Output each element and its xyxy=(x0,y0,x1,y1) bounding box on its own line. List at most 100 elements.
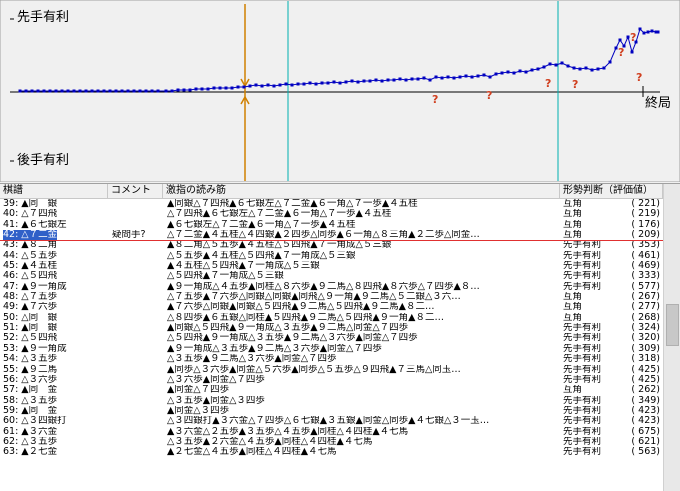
move-cell: 63: ▲２七金 xyxy=(3,447,103,457)
position-judgement: 先手有利 xyxy=(563,250,602,261)
evaluation-point xyxy=(410,77,414,81)
position-judgement: 先手有利 xyxy=(563,405,602,416)
evaluation-point xyxy=(368,79,372,83)
move-notation: 47: ▲９一角成 xyxy=(3,281,67,292)
move-cell: 59: ▲同 金 xyxy=(3,406,103,416)
position-judgement: 先手有利 xyxy=(563,447,602,458)
principal-variation: △８四歩▲６五銀△同桂▲５四飛▲９二馬△５四飛▲９一角▲８二… xyxy=(167,312,444,323)
move-row[interactable]: 55: ▲９二馬 ▲同歩△３六歩▲同金△５六歩▲同歩△５五歩△９四飛▲７三馬△同玉… xyxy=(0,365,663,375)
evaluation-point xyxy=(350,79,354,83)
move-row[interactable]: 48: △７五歩 △７五歩▲７六歩△同銀△同銀▲同飛△９一角▲９二馬△５二銀△３六… xyxy=(0,292,663,302)
evaluation-point xyxy=(470,75,474,79)
principal-variation: △３六歩▲同金△７四歩 xyxy=(167,374,265,385)
evaluation-value: ( 425) xyxy=(631,364,660,375)
evaluation-point xyxy=(236,85,240,89)
move-row[interactable]: 45: ▲４五桂 ▲４五桂△５四飛▲７一角成△５三銀 先手有利 ( 469) xyxy=(0,261,663,271)
move-row[interactable]: 44: △５五歩 △５五歩▲４五桂△５四飛▲７一角成△５三銀 先手有利 ( 461) xyxy=(0,251,663,261)
move-notation: 52: △５四飛 xyxy=(3,333,58,344)
evaluation-value: ( 277) xyxy=(631,302,660,313)
move-row[interactable]: 50: △同 銀 △８四歩▲６五銀△同桂▲５四飛▲９二馬△５四飛▲９一角▲８二… 互… xyxy=(0,313,663,323)
move-row[interactable]: 51: ▲同 銀 ▲同銀△５四飛▲９一角成△３五歩▲９二馬△同金△７四歩 先手有利 (… xyxy=(0,323,663,333)
move-row[interactable]: 56: △３六歩 △３六歩▲同金△７四歩 先手有利 ( 425) xyxy=(0,375,663,385)
move-cell: 57: ▲同 金 xyxy=(3,385,103,395)
position-judgement: 互角 xyxy=(563,209,583,220)
evaluation-point xyxy=(338,81,342,85)
move-row[interactable]: 60: △３四銀打 △３四銀打▲３六金△７四歩△６七銀▲３五銀▲同金△同歩▲４七銀… xyxy=(0,416,663,426)
move-cell: 58: △３五歩 xyxy=(3,396,103,406)
evaluation-point xyxy=(284,82,288,86)
principal-variation: △７五歩▲７六歩△同銀△同銀▲同飛△９一角▲９二馬△５二銀△３六… xyxy=(167,292,461,303)
evaluation-point xyxy=(362,79,366,83)
evaluation-value: ( 267) xyxy=(631,292,660,303)
move-row[interactable]: 58: △３五歩 △３五歩▲同金△３四歩 先手有利 ( 349) xyxy=(0,396,663,406)
evaluation-point xyxy=(398,77,402,81)
move-row[interactable]: 40: △７四飛 △７四飛▲６七銀左△７二金▲６一角△７一歩▲４五桂 互角 ( 219… xyxy=(0,209,663,219)
evaluation-point xyxy=(374,78,378,82)
evaluation-point xyxy=(272,84,276,88)
move-list-panel[interactable]: 棋譜 コメント 激指の読み筋 形勢判断（評価値） 39: ▲同 銀 ▲同銀△７四飛… xyxy=(0,183,680,491)
move-row[interactable]: 47: ▲９一角成 ▲９一角成△４五歩▲同桂△８六歩▲９二馬△８四飛▲８六歩△７四… xyxy=(0,282,663,292)
move-row[interactable]: 63: ▲２七金 ▲２七金△４五歩▲同桂△４四桂▲４七馬 先手有利 ( 563) xyxy=(0,447,663,457)
position-judgement: 先手有利 xyxy=(563,354,602,365)
move-row[interactable]: 53: ▲９一角成 ▲９一角成△３五歩▲９二馬△３六歩▲同金△７四歩 先手有利 ( 3… xyxy=(0,344,663,354)
move-row[interactable]: 57: ▲同 金 ▲同金△７四歩 互角 ( 262) xyxy=(0,385,663,395)
principal-variation: △３五歩▲同金△３四歩 xyxy=(167,395,265,406)
move-notation: 45: ▲４五桂 xyxy=(3,261,58,272)
evaluation-point xyxy=(482,73,486,77)
vertical-scrollbar[interactable] xyxy=(663,184,680,491)
move-row[interactable]: 42: △７二金 疑問手? △７二金▲４五桂△４四銀▲２四歩△同歩▲６一角△８三角▲… xyxy=(0,230,663,241)
position-judgement: 先手有利 xyxy=(563,374,602,385)
column-header-kifu[interactable]: 棋譜 xyxy=(0,184,108,198)
game-end-label: 終局 xyxy=(645,96,672,111)
move-cell: 61: ▲３六金 xyxy=(3,427,103,437)
move-row[interactable]: 54: △３五歩 △３五歩▲９二馬△３六歩▲同金△７四歩 先手有利 ( 318) xyxy=(0,354,663,364)
evaluation-graph[interactable]: ??????? 先手有利 後手有利 終局 xyxy=(0,0,680,182)
move-notation: 48: △７五歩 xyxy=(3,292,58,303)
move-row[interactable]: 41: ▲６七銀左 ▲６七銀左△７二金▲６一角△７一歩▲４五桂 互角 ( 176) xyxy=(0,220,663,230)
question-mark-icon: ? xyxy=(432,93,438,106)
move-row[interactable]: 46: △５四飛 △５四飛▲７一角成△５三銀 先手有利 ( 333) xyxy=(0,271,663,281)
principal-variation: ▲７六歩△同銀▲同銀△５四飛▲９二馬△５四飛▲９二馬▲８二… xyxy=(167,302,435,313)
move-comment: 疑問手? xyxy=(112,230,146,241)
move-notation: 58: △３五歩 xyxy=(3,395,58,406)
evaluation-point xyxy=(452,76,456,80)
evaluation-graph-canvas[interactable]: ??????? xyxy=(0,0,680,182)
move-row[interactable]: 39: ▲同 銀 ▲同銀△７四飛▲６七銀左△７二金▲６一角△７一歩▲４五桂 互角 ( … xyxy=(0,199,663,209)
current-move-marker-line xyxy=(0,240,663,242)
column-header-pv[interactable]: 激指の読み筋 xyxy=(163,184,560,198)
principal-variation: △３四銀打▲３六金△７四歩△６七銀▲３五銀▲同金△同歩▲４七銀△３一玉… xyxy=(167,416,490,427)
scrollbar-thumb[interactable] xyxy=(666,304,679,346)
evaluation-point xyxy=(386,78,390,82)
move-cell: 42: △７二金 xyxy=(3,230,103,241)
evaluation-point xyxy=(200,87,204,91)
move-row[interactable]: 61: ▲３六金 ▲３六金△２五歩▲３五歩△４五歩▲同桂△４四桂▲４七馬 先手有利 (… xyxy=(0,427,663,437)
move-row[interactable]: 52: △５四飛 △５四飛▲９一角成△３五歩▲９二馬△３六歩▲同金△７四歩 先手有利… xyxy=(0,333,663,343)
move-cell: 51: ▲同 銀 xyxy=(3,323,103,333)
move-row[interactable]: 59: ▲同 金 ▲同金△３四歩 先手有利 ( 423) xyxy=(0,406,663,416)
move-row[interactable]: 43: ▲８二角 ▲８二角△５五歩▲４五桂△５四飛▲７一角成△５三銀 先手有利 ( 3… xyxy=(0,240,663,250)
evaluation-point xyxy=(542,65,546,69)
move-cell: 60: △３四銀打 xyxy=(3,416,103,426)
evaluation-point xyxy=(512,71,516,75)
principal-variation: ▲４五桂△５四飛▲７一角成△５三銀 xyxy=(167,261,320,272)
evaluation-point xyxy=(596,67,600,71)
evaluation-value: ( 324) xyxy=(631,323,660,334)
move-cell: 55: ▲９二馬 xyxy=(3,365,103,375)
move-notation: 55: ▲９二馬 xyxy=(3,364,58,375)
move-row[interactable]: 49: ▲７六歩 ▲７六歩△同銀▲同銀△５四飛▲９二馬△５四飛▲９二馬▲８二… 互角… xyxy=(0,302,663,312)
evaluation-value: ( 219) xyxy=(631,209,660,220)
column-header-judgement[interactable]: 形勢判断（評価値） xyxy=(560,184,663,198)
evaluation-point xyxy=(176,88,180,92)
evaluation-point xyxy=(638,27,642,31)
evaluation-point xyxy=(248,84,252,88)
question-mark-icon: ? xyxy=(618,46,624,59)
evaluation-point xyxy=(218,86,222,90)
question-mark-icon: ? xyxy=(630,31,636,44)
column-header-comment[interactable]: コメント xyxy=(108,184,163,198)
position-judgement: 互角 xyxy=(563,199,583,209)
principal-variation: △７四飛▲６七銀左△７二金▲６一角△７一歩▲４五桂 xyxy=(167,209,392,220)
evaluation-point xyxy=(48,89,52,93)
evaluation-point xyxy=(500,71,504,75)
evaluation-point xyxy=(230,86,234,90)
move-row[interactable]: 62: △３五歩 △３五歩▲２六金△４五歩▲同桂△４四桂▲４七馬 先手有利 ( 621… xyxy=(0,437,663,447)
